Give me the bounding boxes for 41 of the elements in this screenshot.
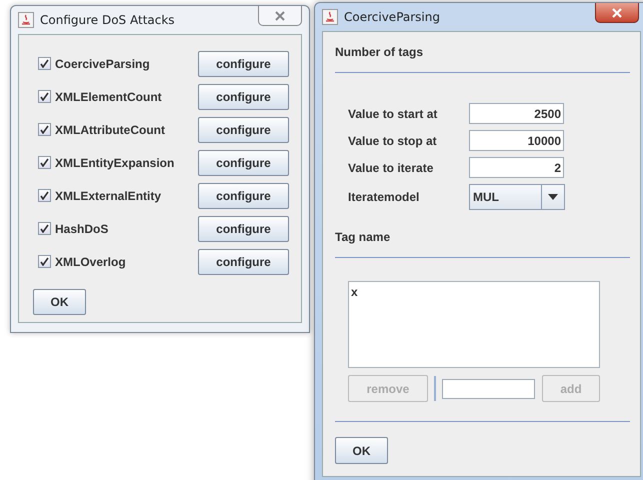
checkbox-label: HashDoS bbox=[55, 222, 108, 236]
dropdown[interactable]: MUL bbox=[469, 184, 565, 210]
close-icon bbox=[274, 10, 286, 20]
checkbox[interactable] bbox=[38, 255, 51, 268]
caret-icon bbox=[548, 194, 558, 200]
checkbox-label: XMLOverlog bbox=[55, 254, 126, 268]
list-item[interactable]: x bbox=[351, 285, 597, 299]
configure-button[interactable]: configure bbox=[198, 182, 289, 208]
configure-button[interactable]: configure bbox=[198, 50, 289, 76]
checkbox[interactable] bbox=[38, 189, 51, 202]
checkbox-label: XMLEntityExpansion bbox=[55, 156, 174, 170]
configure-button[interactable]: configure bbox=[198, 150, 289, 176]
configure-button[interactable]: configure bbox=[198, 216, 289, 242]
window-title: CoerciveParsing bbox=[344, 10, 441, 24]
checkbox-label: XMLExternalEntity bbox=[55, 188, 162, 202]
section-heading: Number of tags bbox=[335, 45, 424, 60]
configure-button[interactable]: configure bbox=[198, 248, 289, 274]
window-title: Configure DoS Attacks bbox=[40, 13, 176, 27]
section-heading: Tag name bbox=[335, 230, 392, 245]
field-label: Value to start at bbox=[348, 106, 438, 120]
tag-input-field[interactable] bbox=[442, 378, 535, 398]
ok-button[interactable]: OK bbox=[33, 289, 86, 315]
checkbox[interactable] bbox=[38, 123, 51, 136]
field-label: Iteratemodel bbox=[348, 190, 420, 204]
ok-button[interactable]: OK bbox=[335, 437, 388, 464]
checkbox-label: CoerciveParsing bbox=[55, 56, 150, 70]
close-icon bbox=[611, 8, 623, 18]
checkbox[interactable] bbox=[38, 222, 51, 235]
checkbox[interactable] bbox=[38, 57, 51, 70]
checkbox[interactable] bbox=[38, 156, 51, 169]
configure-button[interactable]: configure bbox=[198, 116, 289, 142]
input-field[interactable]: 2 bbox=[469, 157, 564, 178]
configure-button[interactable]: configure bbox=[198, 84, 289, 110]
checkbox[interactable] bbox=[38, 90, 51, 103]
field-label: Value to stop at bbox=[348, 134, 438, 148]
field-label: Value to iterate bbox=[348, 160, 434, 174]
close-button[interactable] bbox=[595, 3, 639, 23]
input-field[interactable]: 2500 bbox=[469, 103, 564, 124]
checkbox-label: XMLAttributeCount bbox=[55, 122, 165, 136]
input-field[interactable]: 10000 bbox=[469, 130, 564, 151]
checkbox-label: XMLElementCount bbox=[55, 90, 162, 104]
